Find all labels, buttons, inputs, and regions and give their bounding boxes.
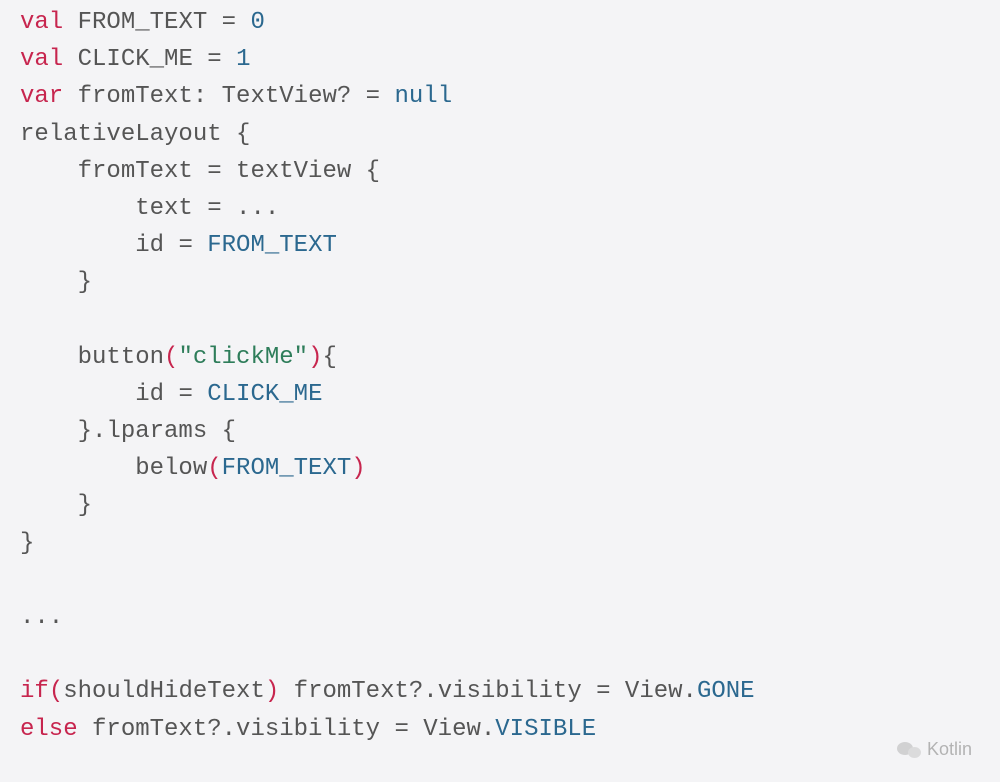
equals: =	[178, 232, 207, 259]
fn-textview: textView	[236, 158, 366, 185]
fn-relativelayout: relativeLayout	[20, 121, 236, 148]
brace-open: {	[236, 121, 250, 148]
indent	[20, 418, 78, 445]
dot: .	[92, 418, 106, 445]
stmt-visibility-visible: fromText?.visibility = View.	[92, 716, 495, 743]
cond-shouldhidetext: shouldHideText	[63, 678, 265, 705]
watermark-label: Kotlin	[927, 736, 972, 764]
const-from-text: FROM_TEXT	[63, 9, 221, 36]
equals-ellipsis: = ...	[207, 195, 279, 222]
brace-close: }	[20, 530, 34, 557]
paren-close: )	[308, 344, 322, 371]
indent	[20, 344, 78, 371]
paren-close: )	[351, 455, 365, 482]
type-textview: TextView	[222, 83, 337, 110]
var-fromtext: fromText	[63, 83, 193, 110]
const-ref-from-text: FROM_TEXT	[207, 232, 337, 259]
space	[78, 716, 92, 743]
keyword-val: val	[20, 9, 63, 36]
prop-id: id	[135, 232, 178, 259]
equals: =	[207, 158, 236, 185]
keyword-else: else	[20, 716, 78, 743]
colon: :	[193, 83, 222, 110]
number-literal: 0	[250, 9, 264, 36]
indent	[20, 195, 135, 222]
indent	[20, 492, 78, 519]
brace-open: {	[222, 418, 236, 445]
paren-open: (	[207, 455, 221, 482]
ellipsis: ...	[20, 604, 63, 631]
assign-lhs: fromText	[78, 158, 208, 185]
null-literal: null	[394, 83, 452, 110]
indent	[20, 455, 135, 482]
prop-id: id	[135, 381, 178, 408]
paren-open: (	[49, 678, 63, 705]
brace-close: }	[78, 418, 92, 445]
indent	[20, 269, 78, 296]
code-block: val FROM_TEXT = 0 val CLICK_ME = 1 var f…	[20, 4, 980, 748]
const-gone: GONE	[697, 678, 755, 705]
paren-close: )	[265, 678, 294, 705]
brace-open: {	[366, 158, 380, 185]
brace-open: {	[322, 344, 336, 371]
equals: =	[178, 381, 207, 408]
string-clickme: "clickMe"	[178, 344, 308, 371]
watermark: Kotlin	[897, 736, 972, 764]
fn-lparams: lparams	[106, 418, 221, 445]
number-literal: 1	[236, 46, 250, 73]
const-visible: VISIBLE	[495, 716, 596, 743]
brace-close: }	[78, 269, 92, 296]
stmt-visibility-gone: fromText?.visibility = View.	[294, 678, 697, 705]
const-ref-click-me: CLICK_ME	[207, 381, 322, 408]
equals: =	[222, 9, 251, 36]
prop-text: text	[135, 195, 207, 222]
fn-button: button	[78, 344, 164, 371]
indent	[20, 381, 135, 408]
paren-open: (	[164, 344, 178, 371]
wechat-icon	[897, 740, 921, 760]
equals: =	[207, 46, 236, 73]
keyword-val: val	[20, 46, 63, 73]
indent	[20, 232, 135, 259]
keyword-var: var	[20, 83, 63, 110]
keyword-if: if	[20, 678, 49, 705]
fn-below: below	[135, 455, 207, 482]
brace-close: }	[78, 492, 92, 519]
indent	[20, 158, 78, 185]
const-ref-from-text: FROM_TEXT	[222, 455, 352, 482]
nullable-equals: ? =	[337, 83, 395, 110]
const-click-me: CLICK_ME	[63, 46, 207, 73]
